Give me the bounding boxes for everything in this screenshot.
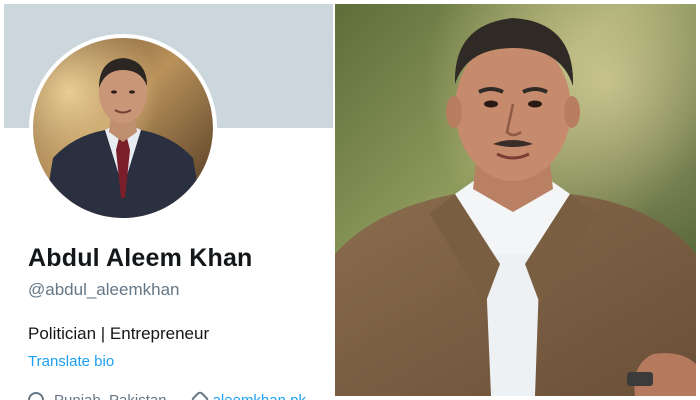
avatar[interactable] [33,38,213,218]
avatar-photo [33,38,213,218]
composite-image: Abdul Aleem Khan @abdul_aleemkhan Politi… [0,0,700,400]
profile-meta-row: Punjab, Pakistan aleemkhan.pk [28,390,306,400]
profile-location: Punjab, Pakistan [54,391,167,400]
link-icon [189,390,210,400]
portrait-photo-art [335,4,696,396]
profile-card: Abdul Aleem Khan @abdul_aleemkhan Politi… [4,4,333,400]
profile-avatar-frame [29,34,217,222]
portrait-photo [335,4,696,396]
location-pin-icon [28,392,44,400]
translate-bio-link[interactable]: Translate bio [28,353,114,370]
profile-name: Abdul Aleem Khan [28,244,253,272]
profile-website-link[interactable]: aleemkhan.pk [213,392,306,400]
profile-handle: @abdul_aleemkhan [28,280,180,299]
profile-bio: Politician | Entrepreneur [28,324,210,343]
